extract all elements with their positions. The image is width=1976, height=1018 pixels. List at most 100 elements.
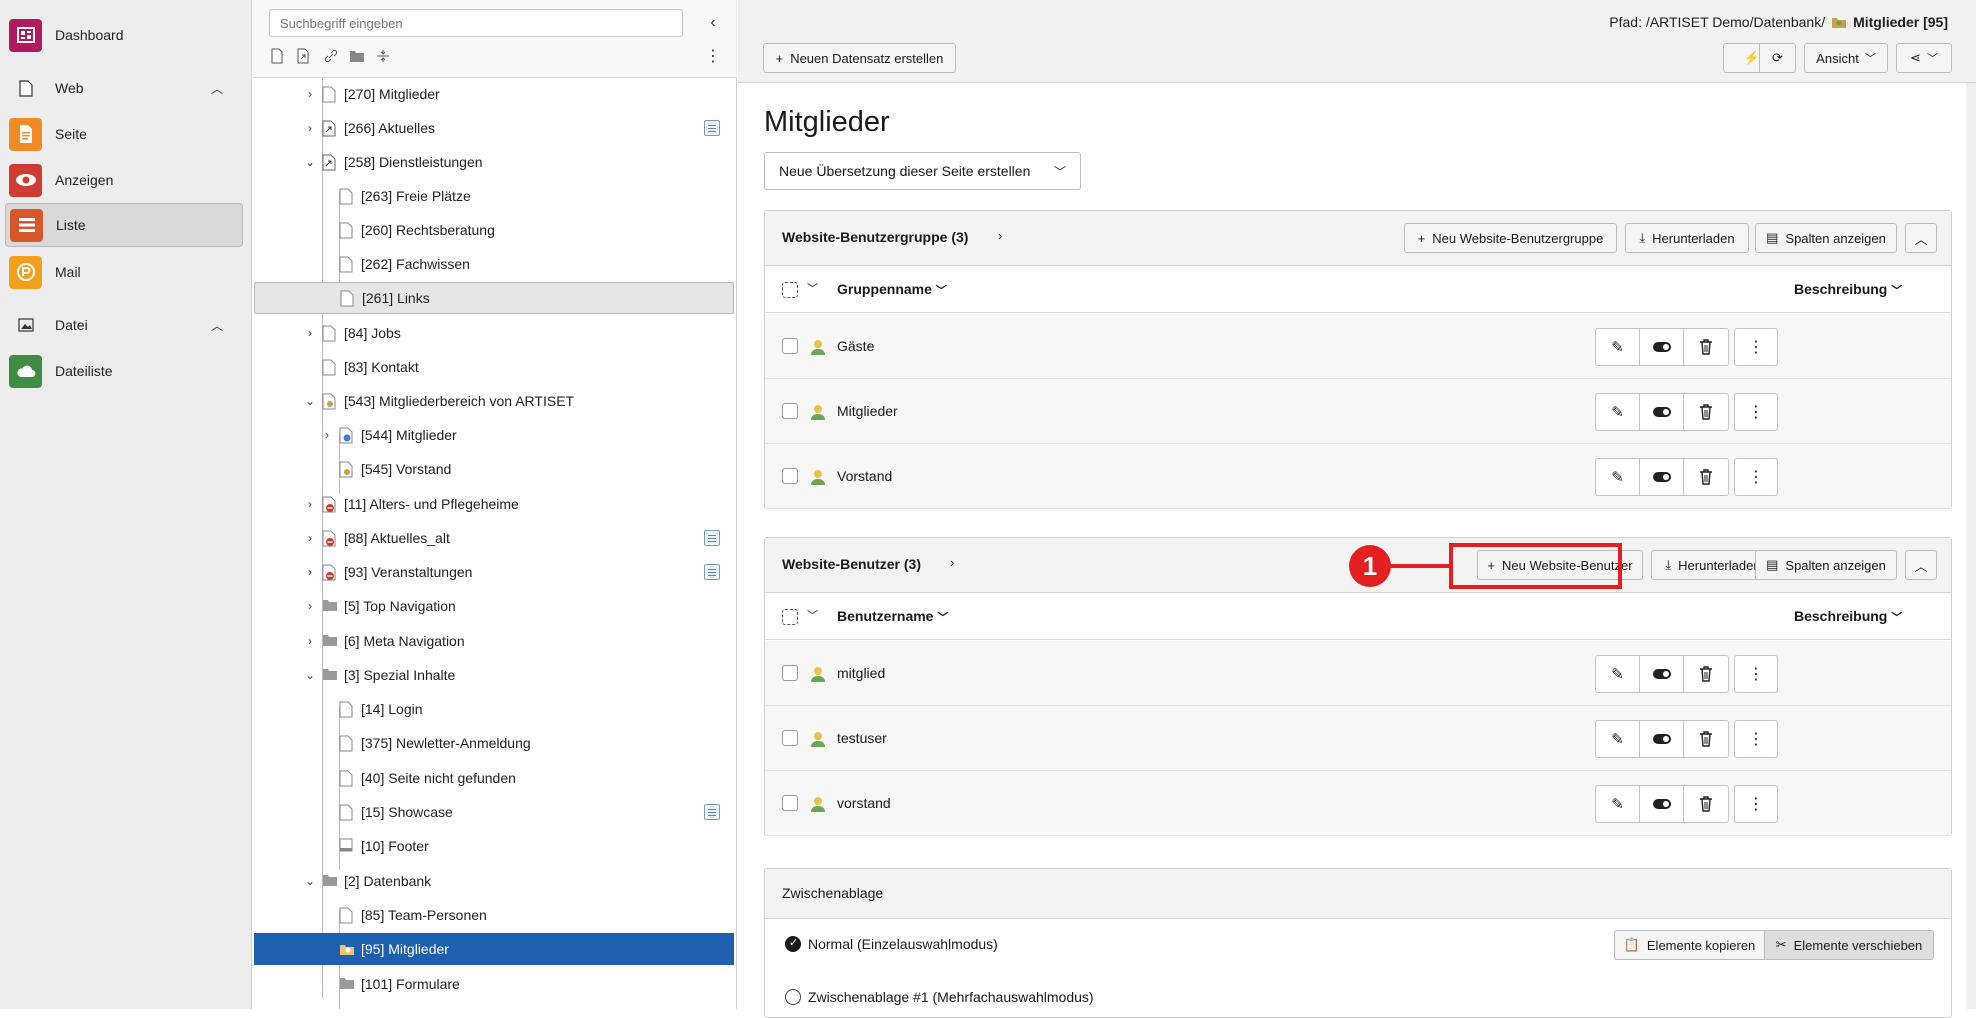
more-actions-icon[interactable]: ⋮ — [1734, 458, 1778, 496]
chevron-right-icon[interactable]: › — [302, 599, 318, 613]
edit-icon[interactable]: ✎ — [1596, 786, 1640, 822]
chevron-right-icon[interactable]: › — [998, 228, 1002, 243]
tree-item[interactable]: [14] Login — [254, 693, 734, 725]
row-checkbox[interactable] — [782, 795, 798, 811]
module-dateiliste[interactable]: Dateiliste — [5, 349, 243, 393]
more-actions-icon[interactable]: ⋮ — [1734, 785, 1778, 823]
tree-item[interactable]: › [93] Veranstaltungen — [254, 556, 734, 588]
chevron-up-icon[interactable]: ︿ — [211, 317, 223, 334]
row-name[interactable]: Vorstand — [837, 468, 892, 484]
collapse-tree-icon[interactable]: ‹ — [701, 10, 725, 36]
delete-icon[interactable] — [1684, 329, 1728, 365]
new-folder-icon[interactable] — [349, 48, 365, 64]
tree-item[interactable]: › [6] Meta Navigation — [254, 625, 734, 657]
radio-icon[interactable] — [785, 989, 801, 1005]
delete-icon[interactable] — [1684, 721, 1728, 757]
more-actions-icon[interactable]: ⋮ — [1734, 328, 1778, 366]
tree-item[interactable]: › [270] Mitglieder — [254, 78, 734, 110]
new-group-button[interactable]: + Neu Website-Benutzergruppe — [1404, 223, 1617, 253]
module-dashboard[interactable]: Dashboard — [5, 13, 243, 57]
more-icon[interactable]: ⋮ — [701, 46, 725, 66]
row-checkbox[interactable] — [782, 665, 798, 681]
view-dropdown[interactable]: Ansicht ﹀ — [1804, 43, 1888, 73]
users-panel-title[interactable]: Website-Benutzer (3) — [782, 556, 921, 572]
tree-item[interactable]: [260] Rechtsberatung — [254, 214, 734, 246]
row-checkbox[interactable] — [782, 468, 798, 484]
row-checkbox[interactable] — [782, 403, 798, 419]
new-page-icon[interactable] — [269, 48, 285, 64]
chevron-down-icon[interactable]: ﹀ — [807, 607, 818, 623]
tree-item[interactable]: [101] Formulare — [254, 968, 734, 1000]
chevron-right-icon[interactable]: › — [319, 428, 335, 442]
row-checkbox[interactable] — [782, 338, 798, 354]
edit-icon[interactable]: ✎ — [1596, 329, 1640, 365]
column-description[interactable]: Beschreibung ﹀ — [1794, 281, 1902, 298]
chevron-right-icon[interactable]: › — [302, 565, 318, 579]
groups-panel-title[interactable]: Website-Benutzergruppe (3) — [782, 229, 968, 245]
column-username[interactable]: Benutzername ﹀ — [837, 608, 948, 625]
more-actions-icon[interactable]: ⋮ — [1734, 393, 1778, 431]
toggle-visibility-icon[interactable] — [1640, 786, 1684, 822]
clipboard-mode-normal[interactable]: Normal (Einzelauswahlmodus) — [785, 936, 998, 952]
clipboard-mode-multi[interactable]: Zwischenablage #1 (Mehrfachauswahlmodus) — [785, 989, 1094, 1005]
toggle-visibility-icon[interactable] — [1640, 329, 1684, 365]
chevron-right-icon[interactable]: › — [302, 634, 318, 648]
edit-icon[interactable]: ✎ — [1596, 721, 1640, 757]
column-description[interactable]: Beschreibung ﹀ — [1794, 608, 1902, 625]
tree-item[interactable]: ⌄ [2] Datenbank — [254, 865, 734, 897]
tree-item[interactable]: › [84] Jobs — [254, 317, 734, 349]
chevron-down-icon[interactable]: ﹀ — [807, 280, 818, 296]
more-actions-icon[interactable]: ⋮ — [1734, 720, 1778, 758]
chevron-right-icon[interactable]: › — [302, 87, 318, 101]
chevron-up-icon[interactable]: ︿ — [211, 80, 223, 97]
module-group-web[interactable]: Web ︿ — [5, 68, 243, 108]
tree-item[interactable]: ⌄ [258] Dienstleistungen — [254, 146, 734, 178]
more-actions-icon[interactable]: ⋮ — [1734, 655, 1778, 693]
tree-search-input[interactable] — [269, 9, 683, 37]
new-link-icon[interactable] — [323, 48, 339, 64]
chevron-right-icon[interactable]: › — [302, 497, 318, 511]
scrollbar[interactable] — [1966, 83, 1976, 1009]
copy-elements-button[interactable]: 📋 Elemente kopieren — [1614, 930, 1765, 960]
module-seite[interactable]: Seite — [5, 112, 243, 156]
move-elements-button[interactable]: ✂ Elemente verschieben — [1764, 930, 1934, 960]
collapse-users-button[interactable]: ︿ — [1905, 550, 1937, 580]
tree-item[interactable]: › [544] Mitglieder — [254, 419, 734, 451]
delete-icon[interactable] — [1684, 656, 1728, 692]
tree-item[interactable]: ⌄ [543] Mitgliederbereich von ARTISET — [254, 385, 734, 417]
tree-item[interactable]: [262] Fachwissen — [254, 248, 734, 280]
row-name[interactable]: testuser — [837, 730, 887, 746]
new-separator-icon[interactable] — [375, 48, 391, 64]
translation-select[interactable]: Neue Übersetzung dieser Seite erstellen … — [764, 152, 1081, 190]
module-liste[interactable]: Liste — [5, 203, 243, 247]
toggle-visibility-icon[interactable] — [1640, 459, 1684, 495]
delete-icon[interactable] — [1684, 394, 1728, 430]
new-shortcut-icon[interactable] — [295, 48, 311, 64]
tree-item[interactable]: [545] Vorstand — [254, 453, 734, 485]
tree-item[interactable]: [261] Links — [254, 282, 734, 314]
tree-item[interactable]: › [11] Alters- und Pflegeheime — [254, 488, 734, 520]
row-name[interactable]: vorstand — [837, 795, 891, 811]
reload-button[interactable]: ⟳ — [1759, 43, 1796, 73]
show-columns-users-button[interactable]: ▤ Spalten anzeigen — [1755, 550, 1897, 580]
show-columns-groups-button[interactable]: ▤ Spalten anzeigen — [1755, 223, 1897, 253]
row-name[interactable]: mitglied — [837, 665, 885, 681]
download-groups-button[interactable]: ⤓ Herunterladen — [1625, 223, 1749, 253]
tree-item[interactable]: [10] Footer — [254, 830, 734, 862]
share-dropdown[interactable]: ⋖ ﹀ — [1896, 43, 1952, 73]
radio-checked-icon[interactable] — [785, 936, 801, 952]
tree-item[interactable]: › [88] Aktuelles_alt — [254, 522, 734, 554]
edit-icon[interactable]: ✎ — [1596, 459, 1640, 495]
chevron-down-icon[interactable]: ⌄ — [302, 874, 318, 888]
module-mail[interactable]: Mail — [5, 250, 243, 294]
edit-icon[interactable]: ✎ — [1596, 656, 1640, 692]
module-group-datei[interactable]: Datei ︿ — [5, 305, 243, 345]
tree-item[interactable]: [40] Seite nicht gefunden — [254, 762, 734, 794]
chevron-right-icon[interactable]: › — [950, 555, 954, 570]
module-anzeigen[interactable]: Anzeigen — [5, 158, 243, 202]
tree-item[interactable]: [85] Team-Personen — [254, 899, 734, 931]
tree-item[interactable]: › [266] Aktuelles — [254, 112, 734, 144]
delete-icon[interactable] — [1684, 459, 1728, 495]
chevron-down-icon[interactable]: ⌄ — [302, 155, 318, 169]
new-record-button[interactable]: + Neuen Datensatz erstellen — [763, 43, 956, 73]
